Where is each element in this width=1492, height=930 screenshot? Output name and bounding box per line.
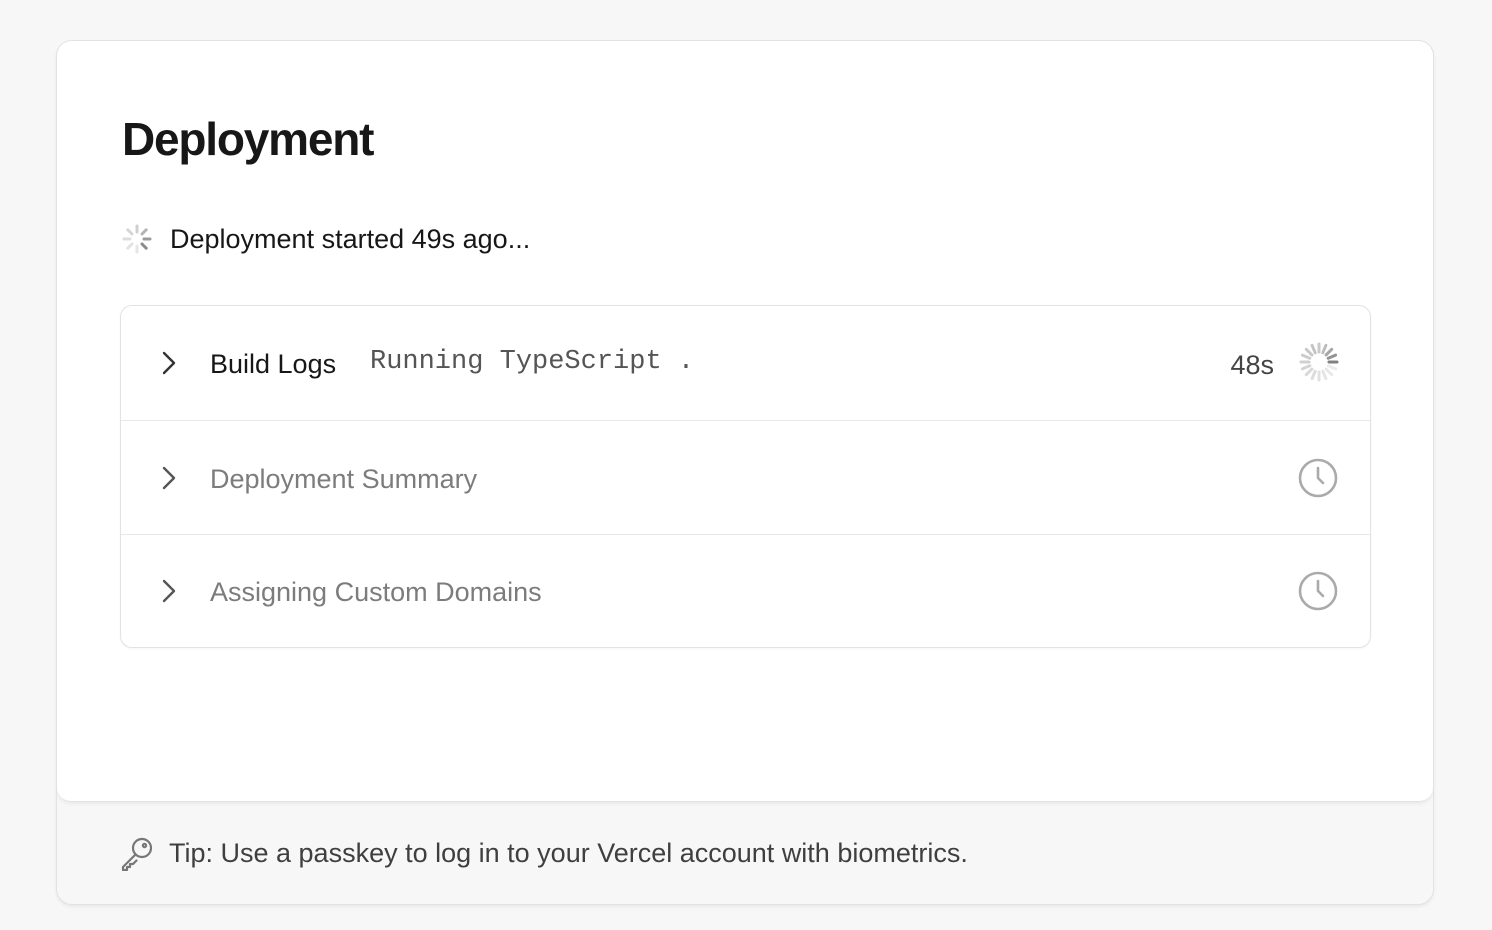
key-icon [121,837,153,871]
deployment-status: Deployment started 49s ago... [121,219,530,259]
deployment-card: Deployment Deployment started 49s ago... [56,40,1434,905]
loading-spinner-icon [122,224,152,254]
step-assigning-custom-domains[interactable]: Assigning Custom Domains [121,534,1370,646]
deployment-status-text: Deployment started 49s ago... [170,224,531,254]
clock-icon [1298,458,1338,497]
step-title: Deployment Summary [210,463,478,494]
step-duration: 48s [1230,350,1274,380]
tip-footer: Tip: Use a passkey to log in to your Ver… [57,801,1433,904]
step-build-logs[interactable]: Build Logs Running TypeScript . 48s [121,306,1370,420]
loading-spinner-icon [1299,342,1339,382]
tip-text: Tip: Use a passkey to log in to your Ver… [169,838,968,868]
build-log-line: Running TypeScript . [370,347,695,377]
clock-icon [1298,571,1338,610]
step-title: Assigning Custom Domains [210,576,542,607]
page-title: Deployment [122,113,374,165]
chevron-right-icon [162,351,176,375]
step-deployment-summary[interactable]: Deployment Summary [121,420,1370,534]
step-title: Build Logs [210,349,337,379]
deployment-panel: Deployment Deployment started 49s ago... [57,41,1433,802]
chevron-right-icon [162,466,176,489]
deployment-steps-list: Build Logs Running TypeScript . 48s Depl… [120,305,1371,648]
chevron-right-icon [162,579,176,602]
